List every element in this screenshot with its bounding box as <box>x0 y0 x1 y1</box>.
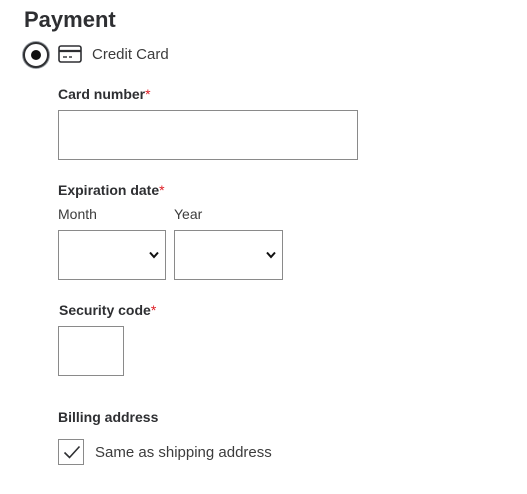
year-label: Year <box>174 206 203 222</box>
expiration-date-label: Expiration date* <box>58 182 165 198</box>
required-marker: * <box>159 182 165 198</box>
card-number-label: Card number* <box>58 86 151 102</box>
credit-card-label[interactable]: Credit Card <box>92 46 169 63</box>
security-code-label: Security code* <box>59 302 156 318</box>
billing-address-label: Billing address <box>58 409 159 425</box>
credit-card-radio[interactable] <box>23 42 49 68</box>
chevron-down-icon <box>266 251 276 259</box>
card-number-label-text: Card number <box>58 86 146 102</box>
security-code-input[interactable] <box>58 326 124 376</box>
required-marker: * <box>150 302 157 318</box>
security-code-label-text: Security code <box>59 302 151 318</box>
chevron-down-icon <box>149 251 159 259</box>
payment-title: Payment <box>24 7 116 32</box>
required-marker: * <box>145 86 151 102</box>
expiration-date-label-text: Expiration date <box>58 182 160 198</box>
month-select[interactable] <box>58 230 166 280</box>
card-number-input[interactable] <box>58 110 358 160</box>
radio-selected-dot <box>31 50 41 60</box>
month-label: Month <box>58 206 97 222</box>
same-as-shipping-checkbox[interactable] <box>58 439 84 465</box>
same-as-shipping-label[interactable]: Same as shipping address <box>95 444 272 461</box>
credit-card-icon <box>58 45 82 63</box>
checkmark-icon <box>63 445 81 459</box>
year-select[interactable] <box>174 230 283 280</box>
